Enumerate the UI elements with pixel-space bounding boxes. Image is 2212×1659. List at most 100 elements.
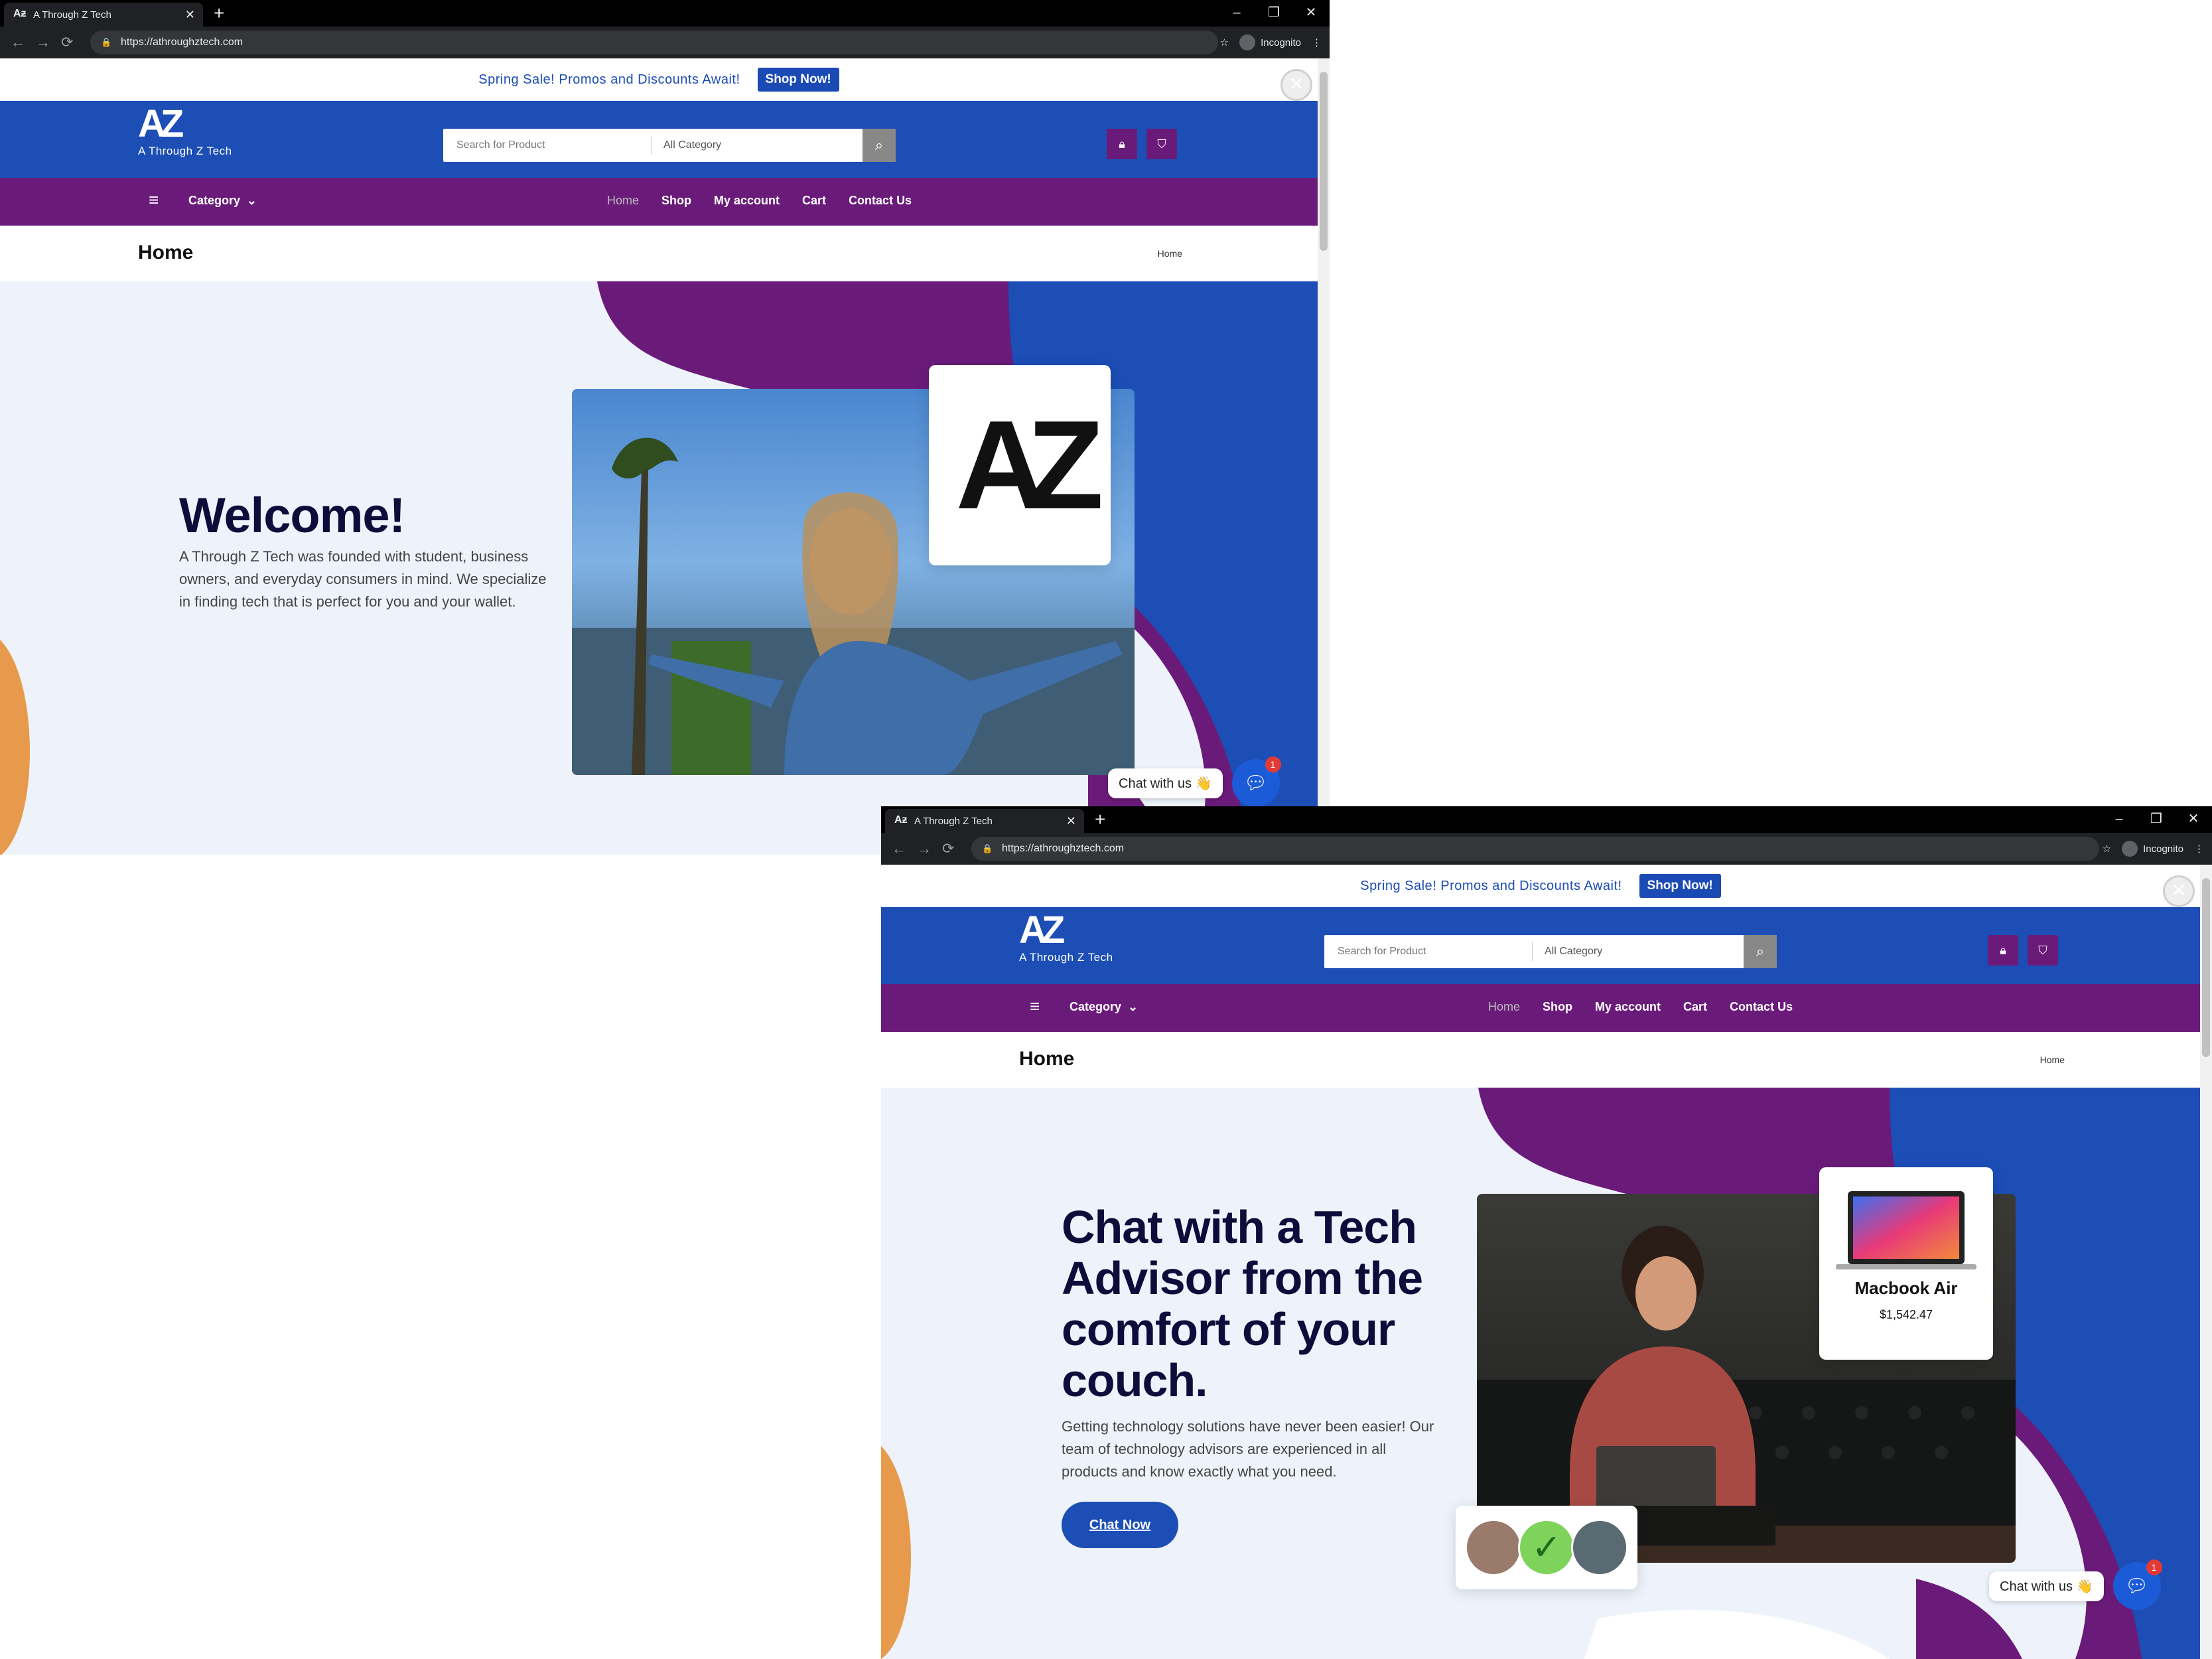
site-logo[interactable]: AZ A Through Z Tech [138,104,232,158]
scrollbar-thumb[interactable] [2202,878,2210,1057]
hero-section: Welcome! A Through Z Tech was founded wi… [0,281,1318,855]
lock-account-icon[interactable]: 🔒︎ [1988,935,2018,966]
new-tab-button[interactable]: + [214,3,224,24]
back-icon[interactable]: ← [892,840,906,857]
page-scrollbar[interactable] [1318,58,1330,855]
tab-close-icon[interactable]: ✕ [1066,814,1076,828]
site-logo[interactable]: AZ A Through Z Tech [1019,910,1113,964]
avatar [1571,1519,1628,1576]
shop-now-button[interactable]: Shop Now! [1639,874,1721,898]
address-bar[interactable]: 🔒 https://athroughztech.com [971,837,2099,861]
nav-home[interactable]: Home [607,194,639,208]
hero-title: Welcome! [179,488,405,543]
nav-my-account[interactable]: My account [714,194,780,208]
category-select[interactable]: All Category [1533,946,1744,958]
hamburger-icon[interactable]: ≡ [1030,997,1047,1015]
search-form: Search for Product All Category ⌕ [1324,935,1777,968]
nav-shop[interactable]: Shop [661,194,691,208]
shop-now-button[interactable]: Shop Now! [757,68,839,92]
chat-bubble-icon[interactable]: 💬︎ 1 [2112,1559,2162,1610]
hamburger-icon[interactable]: ≡ [149,191,166,208]
main-nav: ≡ Category ⌄ Home Shop My account Cart C… [881,984,2200,1032]
restore-button[interactable]: ❐ [2138,806,2175,833]
bookmark-star-icon[interactable]: ☆ [1220,36,1229,48]
menu-kebab-icon[interactable]: ⋮ [2194,843,2204,855]
lock-account-icon[interactable]: 🔒︎ [1107,129,1137,159]
search-input[interactable]: Search for Product [1324,942,1533,961]
nav-cart[interactable]: Cart [802,194,826,208]
product-card[interactable]: Macbook Air $1,542.47 [1819,1167,1993,1360]
chat-now-button[interactable]: Chat Now [1062,1502,1178,1548]
nav-contact-us[interactable]: Contact Us [1730,1000,1793,1014]
back-icon[interactable]: ← [11,34,25,51]
restore-button[interactable]: ❐ [1255,0,1292,27]
search-form: Search for Product All Category ⌕ [443,129,896,162]
browser-window-1: Aƶ A Through Z Tech ✕ + – ❐ ✕ ← → ⟳ 🔒 ht… [0,0,1330,855]
minimize-button[interactable]: – [1218,0,1255,27]
forward-icon[interactable]: → [36,34,50,51]
breadcrumb[interactable]: Home [1158,248,1182,259]
basket-icon[interactable]: ⛉ [1146,129,1177,159]
promo-close-icon[interactable]: ✕ [2163,875,2195,907]
close-window-button[interactable]: ✕ [1292,0,1330,27]
incognito-icon [1239,35,1256,50]
search-input[interactable]: Search for Product [443,136,652,155]
category-dropdown[interactable]: Category ⌄ [188,194,257,208]
menu-kebab-icon[interactable]: ⋮ [1312,36,1322,48]
search-icon[interactable]: ⌕ [1744,935,1777,968]
incognito-indicator[interactable]: Incognito [2122,841,2183,857]
browser-toolbar: ← → ⟳ 🔒 https://athroughztech.com ☆ Inco… [881,833,2212,865]
bookmark-star-icon[interactable]: ☆ [2103,843,2111,855]
lock-icon: 🔒 [101,37,112,47]
reload-icon[interactable]: ⟳ [942,840,954,857]
nav-my-account[interactable]: My account [1595,1000,1661,1014]
chat-bubble-icon[interactable]: 💬︎ 1 [1231,757,1281,807]
search-icon[interactable]: ⌕ [863,129,896,162]
browser-tab[interactable]: Aƶ A Through Z Tech ✕ [4,3,203,27]
tab-strip: Aƶ A Through Z Tech ✕ + – ❐ ✕ [881,806,2212,833]
nav-home[interactable]: Home [1488,1000,1520,1014]
chat-widget[interactable]: Chat with us 👋 💬︎ 1 [1108,757,1281,807]
logo-card: AZ [929,365,1111,565]
reload-icon[interactable]: ⟳ [61,34,73,51]
chat-with-us-label[interactable]: Chat with us 👋 [1108,768,1223,798]
nav-shop[interactable]: Shop [1543,1000,1572,1014]
site-favicon-icon: Aƶ [13,8,27,19]
breadcrumb[interactable]: Home [2040,1054,2065,1065]
page-scrollbar[interactable] [2200,865,2212,1659]
promo-close-icon[interactable]: ✕ [1280,69,1312,101]
new-tab-button[interactable]: + [1095,809,1105,830]
address-bar[interactable]: 🔒 https://athroughztech.com [90,31,1218,54]
hero-section: Chat with a Tech Advisor from the comfor… [881,1088,2200,1659]
chat-badge: 1 [1265,757,1281,772]
logo-card-mark: AZ [955,395,1103,536]
chat-with-us-label[interactable]: Chat with us 👋 [1989,1571,2104,1601]
orange-blob [0,640,30,855]
incognito-label: Incognito [2143,843,2183,855]
laptop-image [1836,1191,1976,1269]
site-header: AZ A Through Z Tech Search for Product A… [0,101,1318,178]
close-window-button[interactable]: ✕ [2175,806,2212,833]
minimize-button[interactable]: – [2101,806,2138,833]
web-page: Spring Sale! Promos and Discounts Await!… [881,865,2212,1659]
nav-cart[interactable]: Cart [1683,1000,1707,1014]
page-title: Home [1019,1048,1075,1070]
category-select[interactable]: All Category [652,139,863,151]
browser-tab[interactable]: Aƶ A Through Z Tech ✕ [885,809,1084,833]
incognito-indicator[interactable]: Incognito [1239,35,1301,50]
scrollbar-thumb[interactable] [1320,72,1328,251]
basket-icon[interactable]: ⛉ [2028,935,2058,966]
chat-widget[interactable]: Chat with us 👋 💬︎ 1 [1989,1559,2162,1610]
forward-icon[interactable]: → [917,840,932,857]
product-name: Macbook Air [1854,1278,1958,1298]
category-dropdown[interactable]: Category ⌄ [1070,1000,1138,1014]
chat-badge: 1 [2146,1559,2162,1575]
hero-text: Getting technology solutions have never … [1062,1418,1434,1480]
browser-toolbar: ← → ⟳ 🔒 https://athroughztech.com ☆ Inco… [0,27,1330,58]
product-price: $1,542.47 [1879,1308,1933,1321]
nav-contact-us[interactable]: Contact Us [849,194,912,208]
logo-mark: AZ [138,102,184,145]
tab-close-icon[interactable]: ✕ [185,8,195,22]
checkmark-icon: ✓ [1518,1519,1575,1576]
orange-blob [881,1446,911,1659]
